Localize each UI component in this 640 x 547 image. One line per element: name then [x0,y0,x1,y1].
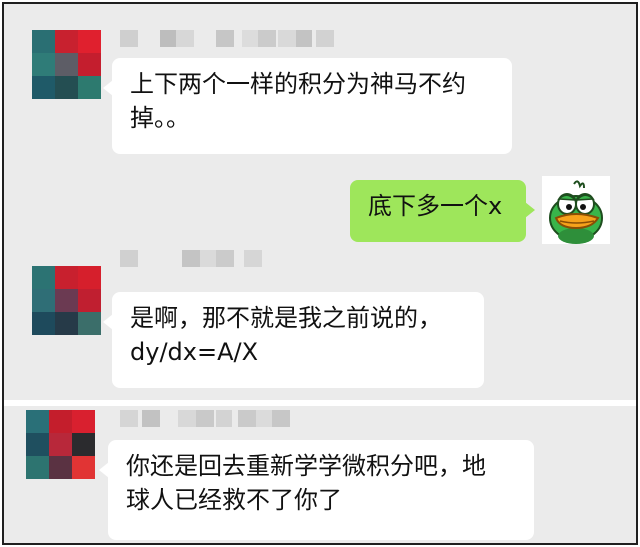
avatar-mosaic-tile [26,433,49,456]
avatar-mosaic-tile [32,76,55,99]
avatar-mosaic-tile [49,456,72,479]
sender-avatar[interactable] [26,410,96,480]
message-text-line: 底下多一个x [368,192,503,220]
avatar-mosaic-tile [55,76,78,99]
chat-window: 上下两个一样的积分为神马不约 掉。。 底下多一个x 是啊，那不就是我之前说的， [2,2,638,545]
outgoing-message-bubble[interactable]: 底下多一个x [350,180,535,242]
sender-avatar[interactable] [32,266,102,336]
my-avatar[interactable] [542,176,610,244]
avatar-mosaic-tile [26,456,49,479]
avatar-mosaic-tile [78,312,101,335]
avatar-mosaic-tile [55,289,78,312]
message-text-line: 上下两个一样的积分为神马不约 [130,70,466,98]
green-duck-icon [549,180,603,244]
avatar-mosaic-tile [49,433,72,456]
avatar-mosaic-tile [78,289,101,312]
avatar-mosaic-tile [32,30,55,53]
message-text-line: dy/dx=A/X [130,338,259,366]
avatar-mosaic-tile [55,266,78,289]
message-text-line: 是啊，那不就是我之前说的， [130,304,442,332]
avatar-mosaic-tile [32,289,55,312]
avatar-mosaic-tile [78,76,101,99]
avatar-mosaic-tile [72,456,95,479]
avatar-mosaic-tile [72,433,95,456]
message-text-line: 你还是回去重新学学微积分吧，地 [126,452,486,480]
incoming-message-bubble[interactable]: 上下两个一样的积分为神马不约 掉。。 [103,58,512,154]
avatar-mosaic-tile [55,53,78,76]
message-text-line: 掉。。 [130,104,190,132]
avatar-mosaic-tile [55,30,78,53]
avatar-mosaic-tile [55,312,78,335]
avatar-mosaic-tile [78,53,101,76]
incoming-message-bubble[interactable]: 是啊，那不就是我之前说的， dy/dx=A/X [103,292,484,388]
avatar-mosaic-tile [32,312,55,335]
avatar-mosaic-tile [72,410,95,433]
avatar-mosaic-tile [26,410,49,433]
message-text-line: 球人已经救不了你了 [126,486,342,514]
avatar-mosaic-tile [32,266,55,289]
screenshot-divider [4,400,636,406]
sender-avatar[interactable] [32,30,102,100]
avatar-mosaic-tile [32,53,55,76]
avatar-mosaic-tile [78,30,101,53]
avatar-mosaic-tile [49,410,72,433]
incoming-message-bubble[interactable]: 你还是回去重新学学微积分吧，地 球人已经救不了你了 [99,440,534,540]
avatar-mosaic-tile [78,266,101,289]
